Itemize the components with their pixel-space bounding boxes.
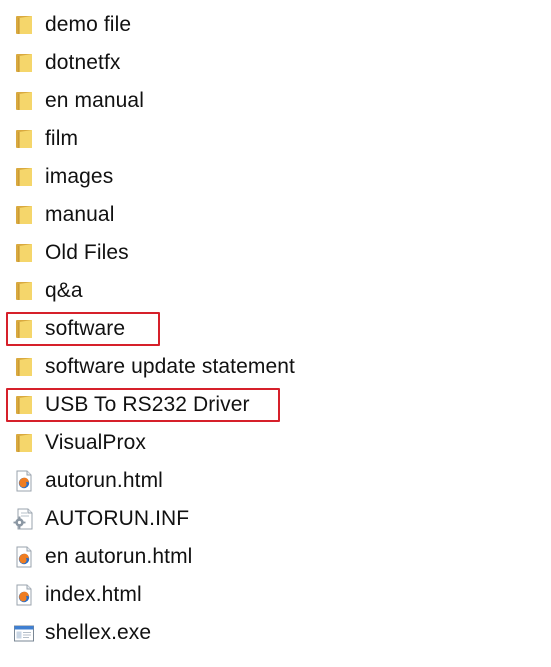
file-item-autorun-html[interactable]: autorun.html [10,462,540,500]
file-name: images [45,165,114,188]
file-name: autorun.html [45,469,163,492]
file-name: en autorun.html [45,545,193,568]
folder-icon [13,165,35,189]
folder-icon [13,51,35,75]
file-item-old-files[interactable]: Old Files [10,234,540,272]
file-name: q&a [45,279,83,302]
file-item-q-and-a[interactable]: q&a [10,272,540,310]
settings-file-icon [13,507,35,531]
file-item-en-autorun-html[interactable]: en autorun.html [10,538,540,576]
file-name: manual [45,203,115,226]
file-item-usb-to-rs232-driver[interactable]: USB To RS232 Driver [6,386,540,424]
file-item-en-manual[interactable]: en manual [10,82,540,120]
file-item-demo-file[interactable]: demo file [10,6,540,44]
file-item-index-html[interactable]: index.html [10,576,540,614]
file-name: en manual [45,89,144,112]
file-item-software-update-statement[interactable]: software update statement [10,348,540,386]
file-name: VisualProx [45,431,146,454]
file-item-software[interactable]: software [6,310,540,348]
folder-icon [13,317,35,341]
file-item-autorun-inf[interactable]: AUTORUN.INF [10,500,540,538]
firefox-html-file-icon [13,583,35,607]
file-item-images[interactable]: images [10,158,540,196]
file-name: AUTORUN.INF [45,507,190,530]
file-name: Old Files [45,241,129,264]
firefox-html-file-icon [13,545,35,569]
file-item-shellex-exe[interactable]: shellex.exe [10,614,540,652]
folder-icon [13,13,35,37]
file-name: film [45,127,79,150]
application-window-icon [13,621,35,645]
folder-icon [13,127,35,151]
folder-icon [13,393,35,417]
file-name: USB To RS232 Driver [45,393,250,416]
file-list: demo file dotnetfx en manual film images… [6,6,540,652]
folder-icon [13,203,35,227]
file-name: index.html [45,583,142,606]
file-item-dotnetfx[interactable]: dotnetfx [10,44,540,82]
file-item-manual[interactable]: manual [10,196,540,234]
firefox-html-file-icon [13,469,35,493]
file-name: software [45,317,126,340]
file-item-film[interactable]: film [10,120,540,158]
folder-icon [13,355,35,379]
folder-icon [13,431,35,455]
file-name: software update statement [45,355,295,378]
file-item-visualprox[interactable]: VisualProx [10,424,540,462]
folder-icon [13,279,35,303]
file-name: shellex.exe [45,621,152,644]
folder-icon [13,89,35,113]
file-name: dotnetfx [45,51,121,74]
file-name: demo file [45,13,132,36]
folder-icon [13,241,35,265]
